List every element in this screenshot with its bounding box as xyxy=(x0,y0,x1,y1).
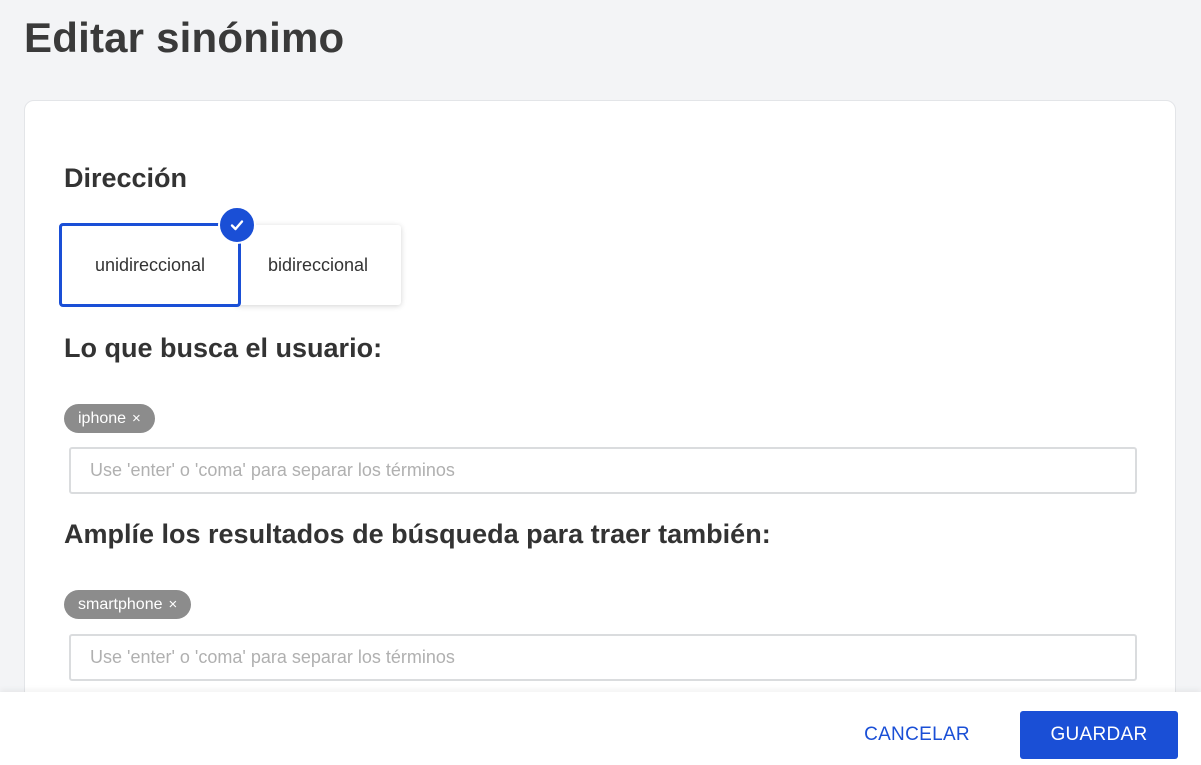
save-button[interactable]: GUARDAR xyxy=(1020,711,1178,759)
direction-option-label: bidireccional xyxy=(267,254,369,275)
direction-selector: unidireccional bidireccional xyxy=(59,206,401,307)
synonym-form-card: Dirección unidireccional bidireccional L… xyxy=(24,100,1176,740)
expand-terms-input[interactable] xyxy=(69,634,1137,681)
close-icon[interactable]: × xyxy=(132,410,141,427)
chip-label: iphone xyxy=(78,409,127,427)
search-term-chip: iphone × xyxy=(64,404,155,433)
search-terms-input[interactable] xyxy=(69,447,1137,494)
chip-label: smartphone xyxy=(78,595,163,613)
direction-option-label: unidireccional xyxy=(94,254,206,275)
expand-term-chip: smartphone × xyxy=(64,590,192,619)
form-footer: CANCELAR GUARDAR xyxy=(0,692,1201,765)
close-icon[interactable]: × xyxy=(169,596,178,613)
check-icon xyxy=(218,206,256,244)
cancel-button[interactable]: CANCELAR xyxy=(844,711,990,759)
search-terms-title: Lo que busca el usuario: xyxy=(64,333,383,363)
expand-terms-title: Amplíe los resultados de búsqueda para t… xyxy=(64,519,771,549)
direction-title: Dirección xyxy=(64,163,188,193)
direction-option-unidirectional[interactable]: unidireccional xyxy=(59,223,241,307)
direction-option-bidirectional[interactable]: bidireccional xyxy=(235,225,401,305)
page-title: Editar sinónimo xyxy=(24,14,345,61)
